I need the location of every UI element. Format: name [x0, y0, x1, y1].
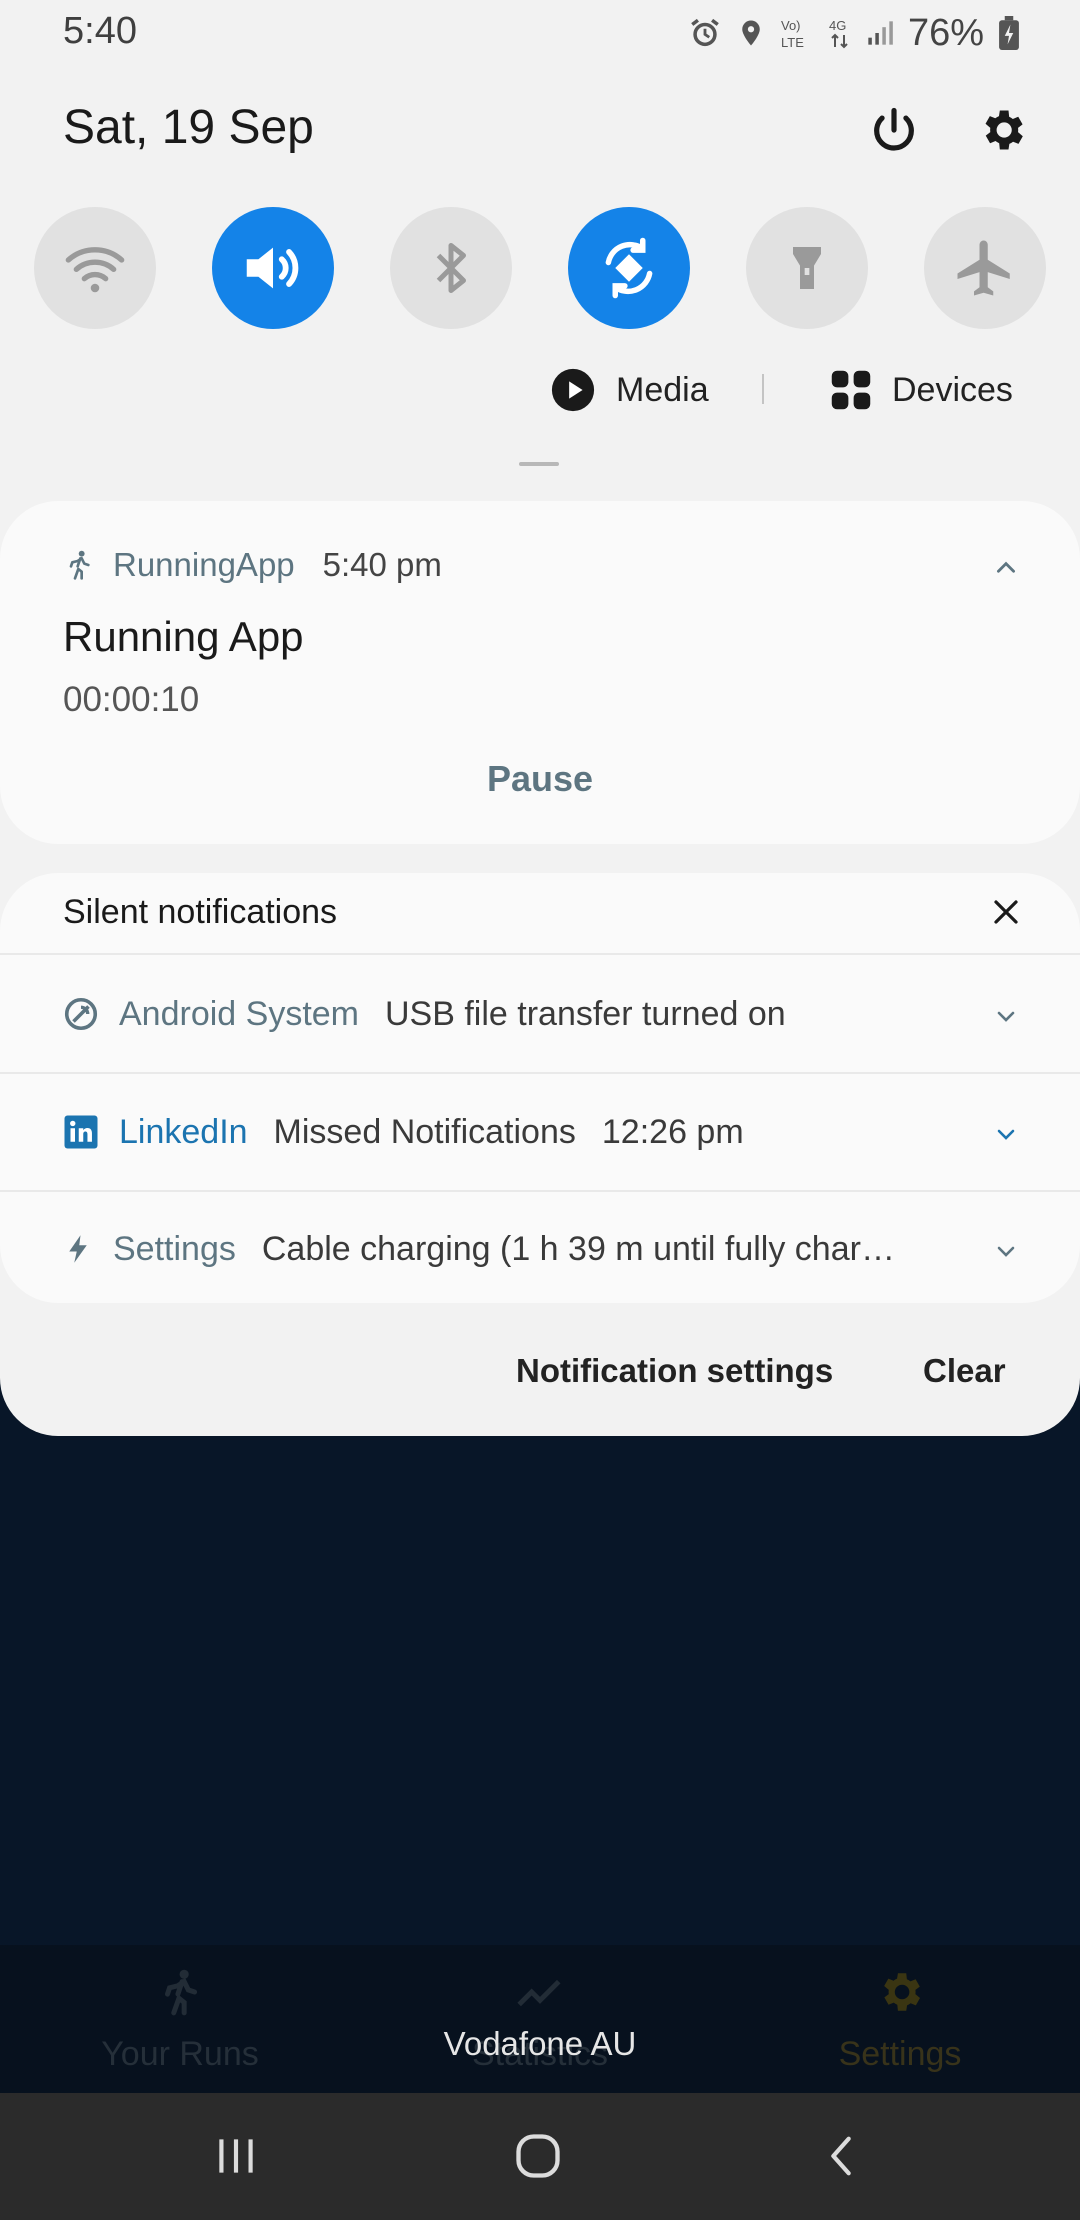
settings-button[interactable]: [970, 98, 1034, 162]
nav-your-runs[interactable]: Your Runs: [0, 1945, 360, 2093]
silent-notifications-title: Silent notifications: [63, 893, 338, 931]
power-icon: [874, 107, 914, 151]
battery-percent: 76%: [907, 11, 984, 54]
recent-apps-button[interactable]: [201, 2123, 271, 2189]
back-button[interactable]: [806, 2123, 876, 2189]
gear-icon: [884, 1973, 920, 2011]
volte-icon: Vo) LTE: [781, 18, 804, 50]
runner-icon: [165, 1969, 198, 2016]
notification-app-name: RunningApp: [113, 546, 295, 583]
status-time: 5:40: [63, 10, 137, 52]
nav-statistics[interactable]: Statistics: [360, 1945, 720, 2093]
status-icons: Vo) LTE 4G 76%: [688, 10, 1020, 56]
system-nav-bar: [0, 2093, 1080, 2220]
gear-icon: [985, 110, 1023, 150]
divider: [0, 1190, 1080, 1192]
nav-settings[interactable]: Settings: [720, 1945, 1080, 2093]
devices-label: Devices: [892, 370, 1013, 409]
alarm-icon: [691, 18, 719, 47]
svg-text:LTE: LTE: [781, 35, 804, 50]
sound-toggle[interactable]: [212, 207, 334, 329]
chevron-down-icon: [997, 1246, 1015, 1257]
play-circle-icon: [551, 368, 595, 412]
flashlight-toggle[interactable]: [746, 207, 868, 329]
auto-rotate-toggle[interactable]: [568, 207, 690, 329]
chevron-down-icon: [997, 1011, 1015, 1022]
expand-button[interactable]: [986, 1114, 1026, 1154]
battery-icon: [999, 16, 1019, 50]
clear-button[interactable]: Clear: [923, 1352, 1006, 1390]
bluetooth-toggle[interactable]: [390, 207, 512, 329]
notification-app-name: Android System: [119, 994, 359, 1033]
notification-app-name: Settings: [113, 1229, 236, 1268]
collapse-button[interactable]: [986, 548, 1026, 588]
flashlight-icon: [793, 247, 821, 289]
media-divider: [762, 374, 764, 404]
linkedin-icon: [64, 1115, 98, 1149]
location-icon: [742, 20, 760, 46]
devices-grid-icon: [831, 370, 871, 410]
notification-android-system[interactable]: Android System USB file transfer turned …: [63, 984, 786, 1044]
divider: [0, 1072, 1080, 1074]
home-icon: [516, 2134, 560, 2178]
drag-handle[interactable]: [519, 462, 559, 466]
svg-text:4G: 4G: [829, 18, 846, 33]
notification-message: USB file transfer turned on: [385, 994, 786, 1033]
dismiss-silent-button[interactable]: [986, 892, 1026, 932]
notification-linkedin[interactable]: LinkedIn Missed Notifications 12:26 pm: [63, 1102, 744, 1162]
notification-time: 5:40 pm: [322, 546, 442, 583]
chevron-up-icon: [997, 561, 1015, 573]
4g-icon: 4G: [829, 18, 848, 49]
rotate-icon: [605, 237, 653, 299]
expand-button[interactable]: [986, 996, 1026, 1036]
notification-title: Running App: [63, 613, 304, 660]
chevron-down-icon: [997, 1129, 1015, 1140]
back-icon: [831, 2136, 851, 2176]
notification-settings-charging[interactable]: Settings Cable charging (1 h 39 m until …: [63, 1219, 895, 1279]
home-button[interactable]: [503, 2123, 573, 2189]
quick-settings-row: [0, 207, 1080, 329]
status-bar: 5:40 Vo) LTE 4G 76%: [0, 0, 1080, 66]
media-label: Media: [616, 370, 709, 409]
elapsed-time: 00:00:10: [63, 680, 200, 719]
notification-app-name: LinkedIn: [119, 1112, 248, 1151]
carrier-label: Vodafone AU: [443, 2025, 637, 2062]
svg-text:Vo): Vo): [781, 18, 801, 33]
app-bottom-nav: Your Runs Statistics Settings: [0, 1945, 1080, 2093]
notification-time: 12:26 pm: [601, 1112, 744, 1151]
signal-icon: [868, 21, 893, 45]
volume-icon: [246, 247, 299, 289]
running-app-header: RunningApp 5:40 pm: [63, 546, 442, 584]
lightning-icon: [69, 1235, 87, 1263]
expand-button[interactable]: [986, 1231, 1026, 1271]
recents-icon: [219, 2139, 253, 2173]
divider: [0, 953, 1080, 955]
notification-message: Missed Notifications: [273, 1112, 576, 1151]
wifi-toggle[interactable]: [34, 207, 156, 329]
airplane-toggle[interactable]: [924, 207, 1046, 329]
bluetooth-icon: [436, 243, 466, 293]
close-icon: [994, 900, 1018, 924]
wifi-icon: [65, 247, 125, 293]
devices-button[interactable]: Devices: [830, 360, 1013, 420]
pause-button[interactable]: Pause: [0, 758, 1080, 800]
notification-message: Cable charging (1 h 39 m until fully cha…: [261, 1229, 895, 1268]
media-devices-row: Media Devices: [0, 360, 1080, 420]
notification-settings-button[interactable]: Notification settings: [516, 1352, 833, 1390]
airplane-icon: [957, 240, 1010, 296]
trend-icon: [517, 1979, 561, 2007]
power-button[interactable]: [862, 98, 926, 162]
date-label: Sat, 19 Sep: [63, 101, 314, 154]
runner-icon: [69, 550, 90, 580]
media-button[interactable]: Media: [550, 360, 709, 420]
android-system-icon: [64, 997, 98, 1031]
